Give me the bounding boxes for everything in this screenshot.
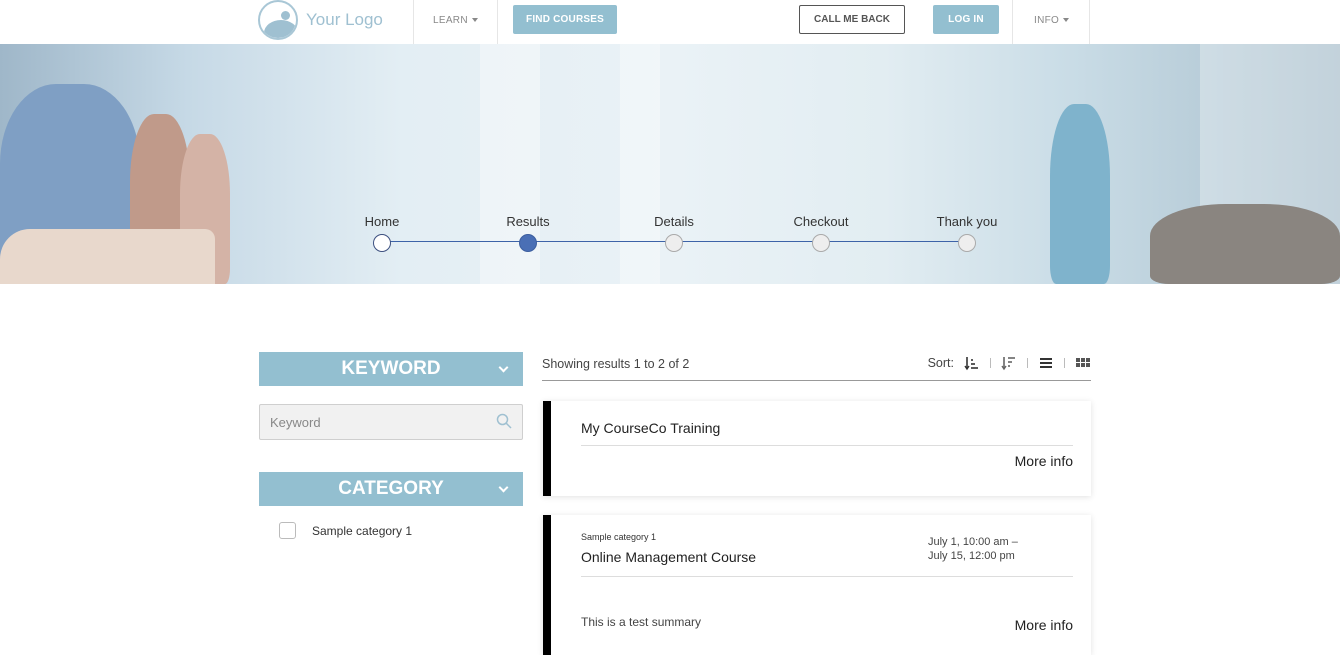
hero-banner: Home Results Details Checkout Thank you [0,44,1340,284]
keyword-placeholder: Keyword [270,414,321,430]
step-label: Thank you [936,214,998,229]
hero-presenter [1050,104,1110,284]
category-checkbox[interactable] [279,522,296,539]
keyword-input[interactable]: Keyword [259,404,523,440]
course-category: Sample category 1 [581,532,657,542]
course-date-start: July 1, 10:00 am – [928,536,1018,548]
sort-descending-icon[interactable] [1001,355,1017,371]
step-label: Checkout [793,214,849,229]
nav-divider [497,0,498,44]
info-menu[interactable]: INFO [1034,0,1070,40]
sort-controls: Sort: [928,355,1091,371]
course-title[interactable]: My CourseCo Training [581,420,720,436]
hero-hands [0,229,215,284]
card-divider [581,445,1073,446]
step-label: Details [654,214,694,229]
caret-down-icon [1063,18,1070,22]
course-card[interactable]: Sample category 1 Online Management Cour… [543,515,1091,655]
nav-divider [1089,0,1090,44]
category-filter-header[interactable]: CATEGORY [259,472,523,506]
grid-view-icon[interactable] [1075,355,1091,371]
sort-separator [990,358,991,368]
find-courses-button[interactable]: FIND COURSES [513,5,617,34]
sort-separator [1064,358,1065,368]
category-heading: CATEGORY [338,478,444,499]
logo-text: Your Logo [306,10,383,29]
logo[interactable]: Your Logo [258,0,383,40]
keyword-heading: KEYWORD [341,358,441,379]
course-dates: July 1, 10:00 am – July 15, 12:00 pm [928,535,1018,563]
results-toolbar: Showing results 1 to 2 of 2 Sort: [542,352,1091,381]
course-date-end: July 15, 12:00 pm [928,550,1015,562]
category-label: Sample category 1 [312,523,413,538]
sort-label: Sort: [927,356,954,370]
course-summary: This is a test summary [581,615,702,629]
learn-menu-label: LEARN [433,14,468,26]
caret-down-icon [471,18,478,22]
more-info-link[interactable]: More info [1015,617,1073,633]
step-details: Details [634,214,714,252]
card-divider [581,576,1073,577]
sort-separator [1027,358,1028,368]
chevron-down-icon [498,482,509,493]
course-title[interactable]: Online Management Course [581,549,756,565]
progress-steps: Home Results Details Checkout Thank you [360,214,1000,274]
hero-audience [1150,204,1340,284]
course-card[interactable]: My CourseCo Training More info [543,401,1091,496]
step-checkout: Checkout [781,214,861,252]
category-option[interactable]: Sample category 1 [279,522,412,539]
step-thank-you: Thank you [927,214,1007,252]
nav-divider [1012,0,1013,44]
info-menu-label: INFO [1034,14,1060,26]
step-label: Home [364,214,400,229]
step-dot [812,234,830,252]
search-icon[interactable] [496,413,512,429]
step-dot [519,234,537,252]
step-dot [665,234,683,252]
call-me-back-button[interactable]: CALL ME BACK [799,5,905,34]
log-in-button[interactable]: LOG IN [933,5,999,34]
step-home[interactable]: Home [342,214,422,252]
logo-icon [258,0,298,40]
list-view-icon[interactable] [1038,355,1054,371]
learn-menu[interactable]: LEARN [433,0,478,40]
step-dot [373,234,391,252]
sort-ascending-icon[interactable] [964,355,980,371]
more-info-link[interactable]: More info [1015,453,1073,469]
step-dot [958,234,976,252]
nav-divider [413,0,414,44]
chevron-down-icon [498,362,509,373]
top-navbar: Your Logo LEARN FIND COURSES CALL ME BAC… [0,0,1340,44]
keyword-filter-header[interactable]: KEYWORD [259,352,523,386]
results-count: Showing results 1 to 2 of 2 [542,357,690,371]
step-results[interactable]: Results [488,214,568,252]
step-label: Results [506,214,550,229]
